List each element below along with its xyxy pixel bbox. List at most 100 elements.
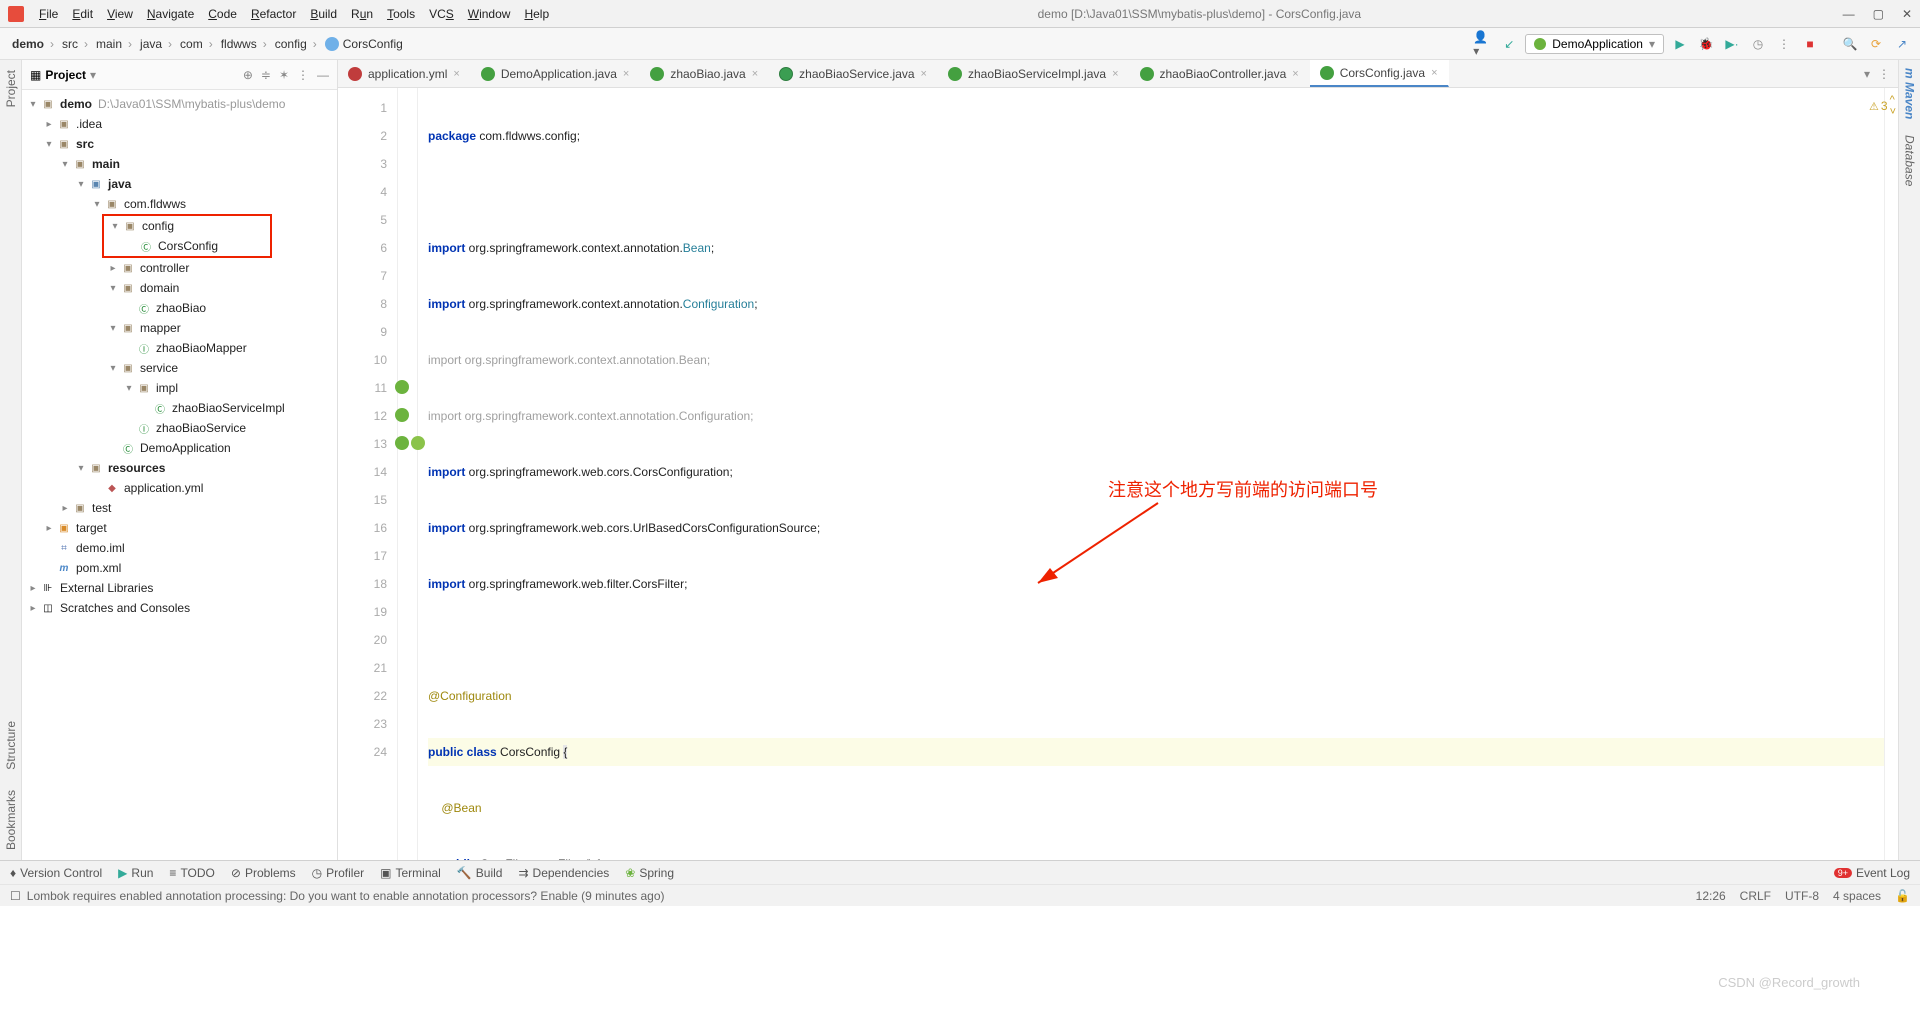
stripe-database[interactable]: Database [1903,127,1917,194]
gutter-bean-icon[interactable] [395,408,409,422]
stripe-structure[interactable]: Structure [4,711,18,780]
menu-edit[interactable]: Edit [65,7,100,21]
code-content[interactable]: package com.fldwws.config; import org.sp… [418,88,1884,860]
tw-dependencies[interactable]: ⇉Dependencies [518,866,609,880]
select-opened-file-icon[interactable]: ⊕ [243,68,253,82]
tab-corsconfig[interactable]: CorsConfig.java× [1310,60,1449,87]
tree-domain[interactable]: ▾▣domain [22,278,337,298]
close-button[interactable]: ✕ [1902,7,1912,21]
status-tips-icon[interactable]: ☐ [10,889,21,903]
tree-resources[interactable]: ▾▣resources [22,458,337,478]
gutter-bean-icon[interactable] [395,380,409,394]
stop-button[interactable]: ■ [1800,34,1820,54]
menu-tools[interactable]: Tools [380,7,422,21]
tree-pkg[interactable]: ▾▣com.fldwws [22,194,337,214]
menu-help[interactable]: Help [517,7,556,21]
debug-button[interactable]: 🐞 [1696,34,1716,54]
close-icon[interactable]: × [1292,68,1298,80]
error-stripe[interactable]: ⚠3 ^ ˅ [1884,88,1898,860]
menu-code[interactable]: Code [201,7,244,21]
tw-version-control[interactable]: ♦Version Control [10,866,102,880]
project-title[interactable]: Project [45,68,86,82]
stripe-bookmarks[interactable]: Bookmarks [4,780,18,860]
tree-extlib[interactable]: ▸⊪External Libraries [22,578,337,598]
tw-profiler[interactable]: ◷Profiler [312,866,365,880]
crumb-fldwws[interactable]: fldwws [217,37,271,51]
gutter-bean-icon[interactable] [395,436,409,450]
tree-serviceimpl[interactable]: ⒸzhaoBiaoServiceImpl [22,398,337,418]
close-icon[interactable]: × [1431,67,1437,79]
tree-java[interactable]: ▾▣java [22,174,337,194]
settings-icon[interactable]: ⋮ [297,68,309,82]
tw-build[interactable]: 🔨Build [457,866,503,880]
tree-demoapp[interactable]: ⒸDemoApplication [22,438,337,458]
tw-spring[interactable]: ❀Spring [625,866,674,880]
menu-refactor[interactable]: Refactor [244,7,303,21]
tree-controller[interactable]: ▸▣controller [22,258,337,278]
crumb-main[interactable]: main [92,37,136,51]
tw-problems[interactable]: ⊘Problems [231,866,296,880]
tw-terminal[interactable]: ▣Terminal [380,866,441,880]
status-position[interactable]: 12:26 [1696,889,1726,903]
tree-idea[interactable]: ▸▣.idea [22,114,337,134]
menu-run[interactable]: Run [344,7,380,21]
attach-button[interactable]: ⋮ [1774,34,1794,54]
tree-config[interactable]: ▾▣config [104,216,270,236]
hide-icon[interactable]: — [317,68,329,82]
expand-all-icon[interactable]: ≑ [261,68,271,82]
tree-main[interactable]: ▾▣main [22,154,337,174]
tree-pom[interactable]: mpom.xml [22,558,337,578]
stripe-project[interactable]: Project [4,60,18,117]
run-config-combo[interactable]: DemoApplication▾ [1525,34,1664,54]
close-icon[interactable]: × [623,68,629,80]
menu-window[interactable]: Window [461,7,518,21]
search-everywhere-button[interactable]: 🔍 [1840,34,1860,54]
tree-corsconfig[interactable]: ⒸCorsConfig [104,236,270,256]
build-button[interactable]: ↙ [1499,34,1519,54]
tab-zhaobiaoserviceimpl[interactable]: zhaoBiaoServiceImpl.java× [938,60,1130,87]
menu-file[interactable]: File [32,7,65,21]
tree-scratch[interactable]: ▸◫Scratches and Consoles [22,598,337,618]
status-encoding[interactable]: UTF-8 [1785,889,1819,903]
crumb-src[interactable]: src [58,37,92,51]
profile-button[interactable]: ◷ [1748,34,1768,54]
stripe-maven[interactable]: m Maven [1903,60,1917,127]
minimize-button[interactable]: — [1843,7,1855,21]
settings-button[interactable]: ↗ [1892,34,1912,54]
crumb-java[interactable]: java [136,37,176,51]
tw-event-log[interactable]: 9+Event Log [1834,866,1910,880]
tab-zhaobiao[interactable]: zhaoBiao.java× [640,60,769,87]
tree-root[interactable]: ▾▣demoD:\Java01\SSM\mybatis-plus\demo [22,94,337,114]
crumb-file[interactable]: CorsConfig [321,37,407,51]
fold-gutter[interactable] [398,88,418,860]
close-icon[interactable]: × [921,68,927,80]
menu-view[interactable]: View [100,7,140,21]
update-button[interactable]: ⟳ [1866,34,1886,54]
run-button[interactable]: ▶ [1670,34,1690,54]
status-line-sep[interactable]: CRLF [1740,889,1771,903]
status-indent[interactable]: 4 spaces [1833,889,1881,903]
menu-build[interactable]: Build [303,7,344,21]
crumb-com[interactable]: com [176,37,217,51]
coverage-button[interactable]: ▶· [1722,34,1742,54]
tree-mapper[interactable]: ▾▣mapper [22,318,337,338]
tree-impl[interactable]: ▾▣impl [22,378,337,398]
tree-src[interactable]: ▾▣src [22,134,337,154]
tab-dropdown-icon[interactable]: ▾ [1864,67,1870,81]
user-icon[interactable]: 👤▾ [1473,34,1493,54]
crumb-demo[interactable]: demo [8,37,58,51]
tree-demoiml[interactable]: ⌗demo.iml [22,538,337,558]
tree-zhaobiaoservice[interactable]: ⒾzhaoBiaoService [22,418,337,438]
menu-vcs[interactable]: VCS [422,7,461,21]
tree-test[interactable]: ▸▣test [22,498,337,518]
status-lock-icon[interactable]: 🔓 [1895,889,1910,903]
project-tree[interactable]: ▾▣demoD:\Java01\SSM\mybatis-plus\demo ▸▣… [22,90,337,860]
maximize-button[interactable]: ▢ [1873,7,1884,21]
tab-zhaobiaoservice[interactable]: zhaoBiaoService.java× [769,60,938,87]
tree-service[interactable]: ▾▣service [22,358,337,378]
tree-zhaobiao[interactable]: ⒸzhaoBiao [22,298,337,318]
status-message[interactable]: Lombok requires enabled annotation proce… [27,889,665,903]
tab-demoapplication[interactable]: DemoApplication.java× [471,60,641,87]
close-icon[interactable]: × [752,68,758,80]
code-editor[interactable]: 12345 678910 11 12 13 1415161718 1920212… [338,88,1898,860]
